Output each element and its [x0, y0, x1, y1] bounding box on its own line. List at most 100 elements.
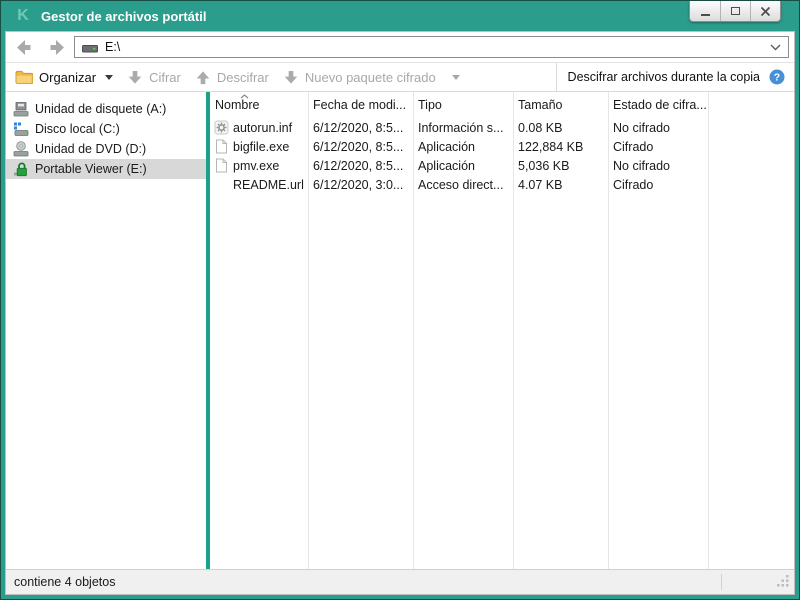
file-list-panel: Nombre Fecha de modi... Tipo Tamaño Esta… [210, 92, 794, 569]
file-row-autorun[interactable]: autorun.inf 6/12/2020, 8:5... Informació… [210, 118, 794, 137]
file-type: Información s... [413, 121, 513, 135]
close-button[interactable] [750, 1, 780, 21]
sidebar-item-dvd-d[interactable]: Unidad de DVD (D:) [6, 139, 206, 159]
encrypt-label: Cifrar [149, 70, 181, 85]
file-icon [214, 158, 229, 173]
column-divider [708, 92, 709, 569]
file-name: autorun.inf [233, 121, 292, 135]
sidebar-item-label: Disco local (C:) [35, 122, 120, 136]
column-divider [608, 92, 609, 569]
floppy-drive-icon [12, 101, 29, 117]
dvd-drive-icon [12, 141, 29, 157]
file-size: 4.07 KB [513, 178, 608, 192]
local-disk-icon [12, 121, 29, 137]
file-modified: 6/12/2020, 8:5... [308, 140, 413, 154]
maximize-button[interactable] [720, 1, 750, 21]
sidebar-item-label: Unidad de disquete (A:) [35, 102, 166, 116]
sidebar-item-portable-viewer-e[interactable]: Portable Viewer (E:) [6, 159, 206, 179]
status-bar-divider [721, 574, 722, 590]
new-package-dropdown-icon [452, 75, 460, 80]
file-name-cell: autorun.inf [210, 120, 308, 135]
column-header-name[interactable]: Nombre [210, 98, 308, 112]
portable-file-manager-window: K Gestor de archivos portátil [0, 0, 800, 600]
organize-dropdown-icon [105, 75, 113, 80]
kaspersky-logo-icon: K [13, 6, 33, 26]
maximize-icon [731, 7, 740, 15]
status-text: contiene 4 objetos [14, 575, 115, 589]
resize-grip[interactable] [777, 574, 790, 590]
file-name: bigfile.exe [233, 140, 289, 154]
sidebar-item-label: Portable Viewer (E:) [35, 162, 147, 176]
minimize-button[interactable] [690, 1, 720, 21]
file-row-pmv[interactable]: pmv.exe 6/12/2020, 8:5... Aplicación 5,0… [210, 156, 794, 175]
file-size: 122,884 KB [513, 140, 608, 154]
file-encryption-status: No cifrado [608, 159, 708, 173]
file-name-cell: pmv.exe [210, 158, 308, 173]
sidebar-item-floppy-a[interactable]: Unidad de disquete (A:) [6, 99, 206, 119]
address-dropdown-chevron-icon[interactable] [770, 44, 781, 51]
folder-icon [15, 70, 33, 84]
toolbar: Organizar Cifrar Descifrar Nuevo paquete… [6, 63, 794, 92]
file-encryption-status: Cifrado [608, 178, 708, 192]
new-encrypted-package-label: Nuevo paquete cifrado [305, 70, 436, 85]
organize-label: Organizar [39, 70, 96, 85]
window-title: Gestor de archivos portátil [41, 9, 206, 24]
lock-drive-icon [12, 161, 29, 177]
sort-ascending-icon [240, 92, 249, 99]
forward-button[interactable] [44, 38, 66, 56]
column-header-type[interactable]: Tipo [413, 98, 513, 112]
file-row-readme[interactable]: README.url 6/12/2020, 3:0... Acceso dire… [210, 175, 794, 194]
decrypt-on-copy-group: Descifrar archivos durante la copia ? [556, 63, 794, 91]
navigation-bar: E:\ [6, 32, 794, 63]
minimize-icon [701, 14, 710, 16]
file-type: Acceso direct... [413, 178, 513, 192]
main-area: Unidad de disquete (A:) Disco local (C:) [6, 92, 794, 569]
encrypt-button[interactable]: Cifrar [127, 63, 181, 91]
file-name-cell: README.url [210, 178, 308, 192]
file-modified: 6/12/2020, 8:5... [308, 159, 413, 173]
column-header-modified[interactable]: Fecha de modi... [308, 98, 413, 112]
status-bar: contiene 4 objetos [6, 569, 794, 594]
window-controls [689, 1, 781, 22]
new-encrypted-package-button[interactable]: Nuevo paquete cifrado [283, 63, 460, 91]
file-name-cell: bigfile.exe [210, 139, 308, 154]
decrypt-label: Descifrar [217, 70, 269, 85]
file-size: 0.08 KB [513, 121, 608, 135]
sidebar-item-label: Unidad de DVD (D:) [35, 142, 146, 156]
file-icon [214, 139, 229, 154]
package-arrow-down-icon [283, 70, 299, 85]
column-divider [308, 92, 309, 569]
drive-sidebar: Unidad de disquete (A:) Disco local (C:) [6, 92, 206, 569]
file-row-bigfile[interactable]: bigfile.exe 6/12/2020, 8:5... Aplicación… [210, 137, 794, 156]
svg-text:?: ? [774, 72, 780, 84]
file-name: README.url [233, 178, 304, 192]
address-path: E:\ [105, 40, 120, 54]
sidebar-item-local-disk-c[interactable]: Disco local (C:) [6, 119, 206, 139]
file-type: Aplicación [413, 159, 513, 173]
address-bar[interactable]: E:\ [74, 36, 789, 58]
file-type: Aplicación [413, 140, 513, 154]
organize-button[interactable]: Organizar [15, 63, 113, 91]
drive-icon [82, 42, 98, 53]
file-modified: 6/12/2020, 3:0... [308, 178, 413, 192]
decrypt-on-copy-label: Descifrar archivos durante la copia [568, 70, 760, 84]
column-divider [513, 92, 514, 569]
file-modified: 6/12/2020, 8:5... [308, 121, 413, 135]
back-arrow-icon [16, 39, 35, 56]
forward-arrow-icon [46, 39, 65, 56]
file-size: 5,036 KB [513, 159, 608, 173]
column-header-size[interactable]: Tamaño [513, 98, 608, 112]
file-encryption-status: Cifrado [608, 140, 708, 154]
close-icon [760, 6, 771, 17]
column-divider [413, 92, 414, 569]
decrypt-arrow-up-icon [195, 70, 211, 85]
gear-file-icon [214, 120, 229, 135]
decrypt-button[interactable]: Descifrar [195, 63, 269, 91]
column-header-encryption-status[interactable]: Estado de cifra... [608, 98, 708, 112]
title-bar[interactable]: K Gestor de archivos portátil [5, 1, 795, 31]
help-icon[interactable]: ? [769, 69, 785, 85]
window-content: E:\ Organizar Cifrar Descifrar [5, 31, 795, 595]
file-name: pmv.exe [233, 159, 279, 173]
back-button[interactable] [14, 38, 36, 56]
encrypt-arrow-down-icon [127, 70, 143, 85]
